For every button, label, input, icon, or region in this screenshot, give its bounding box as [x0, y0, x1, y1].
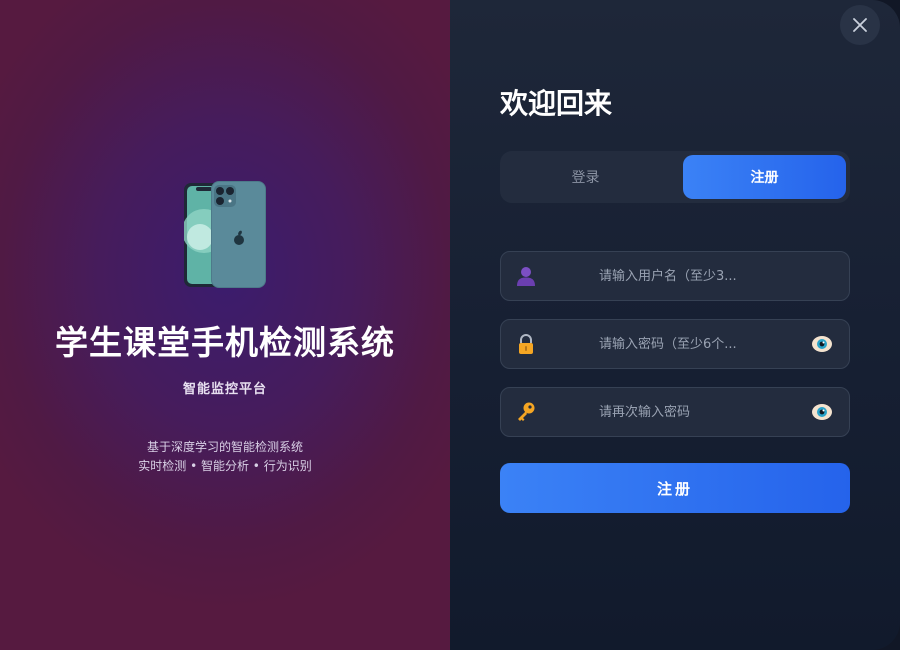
key-icon [518, 402, 535, 421]
tab-register[interactable]: 注册 [683, 155, 846, 199]
password-field [500, 319, 850, 369]
brand-panel: 学生课堂手机检测系统 智能监控平台 基于深度学习的智能检测系统 实时检测 • 智… [0, 0, 450, 650]
description-line-2: 实时检测 • 智能分析 • 行为识别 [138, 459, 312, 473]
form-panel: 欢迎回来 登录 注册 请输入用户名（至少3... 注册 [450, 0, 900, 650]
login-window: 学生课堂手机检测系统 智能监控平台 基于深度学习的智能检测系统 实时检测 • 智… [0, 0, 900, 650]
tab-login[interactable]: 登录 [504, 155, 667, 199]
app-title: 学生课堂手机检测系统 [55, 323, 395, 362]
welcome-heading: 欢迎回来 [500, 87, 613, 120]
lock-icon [519, 334, 533, 354]
app-subtitle: 智能监控平台 [182, 382, 267, 397]
eye-icon[interactable] [811, 402, 833, 422]
register-button[interactable]: 注册 [500, 463, 850, 513]
close-button[interactable] [840, 5, 880, 45]
eye-icon[interactable] [811, 334, 833, 354]
auth-tabs: 登录 注册 [500, 151, 850, 203]
username-field [500, 251, 850, 301]
close-icon [853, 18, 867, 32]
username-input[interactable] [599, 252, 799, 300]
mobile-phone-icon [184, 181, 266, 288]
confirm-password-input[interactable] [599, 388, 799, 436]
user-icon [517, 267, 535, 286]
confirm-password-field [500, 387, 850, 437]
description-line-1: 基于深度学习的智能检测系统 [146, 440, 303, 454]
password-input[interactable] [599, 320, 799, 368]
